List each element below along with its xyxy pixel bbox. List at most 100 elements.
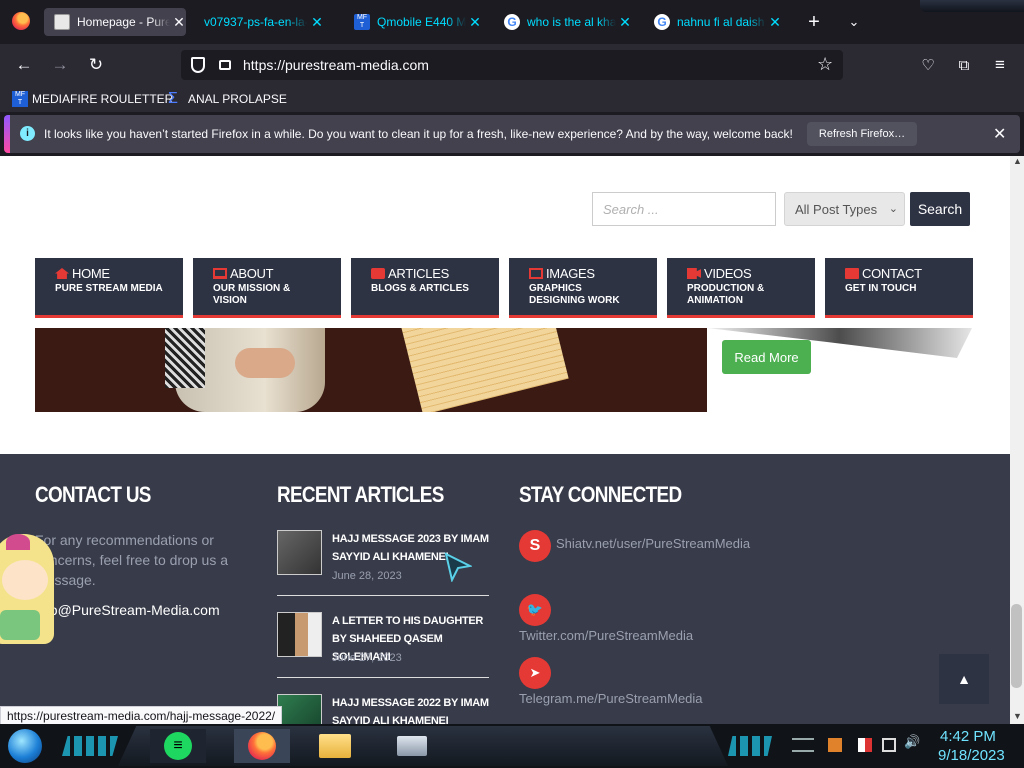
- menu-images[interactable]: IMAGES GRAPHICS DESIGNING WORK: [509, 258, 657, 318]
- network-app-icon: [397, 736, 427, 756]
- close-tab-icon[interactable]: ✕: [468, 14, 482, 31]
- clock-date[interactable]: 9/18/2023: [938, 747, 1005, 764]
- divider: [277, 677, 489, 678]
- menu-label: ABOUT: [230, 266, 274, 281]
- bookmarks-toolbar: MF T MEDIAFIRE ROULETTER Σ ANAL PROLAPSE: [0, 86, 1024, 112]
- spotify-app[interactable]: ≡: [150, 729, 206, 763]
- search-button[interactable]: Search: [910, 192, 970, 226]
- paper-sheet: [401, 328, 569, 412]
- close-tab-icon[interactable]: ✕: [310, 14, 324, 31]
- menu-articles[interactable]: ARTICLES BLOGS & ARTICLES: [351, 258, 499, 318]
- menu-sublabel: GET IN TOUCH: [845, 283, 917, 294]
- menu-videos[interactable]: VIDEOS PRODUCTION & ANIMATION: [667, 258, 815, 318]
- chevron-up-icon: ▲: [957, 671, 971, 687]
- network-app[interactable]: [384, 729, 440, 763]
- bookmark-label: MEDIAFIRE ROULETTER: [32, 92, 174, 106]
- stay-connected-heading: STAY CONNECTED: [519, 482, 682, 507]
- tab-title: who is the al khamenei: [527, 15, 616, 29]
- chevron-down-icon[interactable]: ⌄: [842, 10, 866, 34]
- star-bookmark-icon[interactable]: ☆: [817, 54, 833, 75]
- bookmark-second[interactable]: Σ ANAL PROLAPSE: [168, 90, 287, 108]
- keyboard-icon: [371, 268, 385, 279]
- new-tab-icon[interactable]: +: [802, 10, 826, 34]
- firefox-menu-icon[interactable]: [12, 12, 30, 30]
- tab-title: v07937-ps-fa-en-la-sa: [204, 15, 308, 29]
- tab-strip: Homepage - Pure Stream Media ✕ v07937-ps…: [0, 0, 1024, 44]
- scroll-down-icon[interactable]: ▼: [1013, 711, 1022, 721]
- reload-icon[interactable]: ↻: [84, 53, 108, 77]
- start-orb-icon[interactable]: [8, 729, 42, 763]
- scroll-up-icon[interactable]: ▲: [1013, 156, 1022, 166]
- menu-label: IMAGES: [546, 266, 595, 281]
- address-bar[interactable]: https://purestream-media.com ☆: [181, 50, 843, 80]
- back-icon[interactable]: ←: [12, 53, 36, 77]
- chevron-down-icon: ⌄: [888, 203, 898, 215]
- menu-sublabel: GRAPHICS DESIGNING WORK: [529, 283, 620, 306]
- mascot-dress: [0, 610, 40, 640]
- close-icon[interactable]: ✕: [993, 124, 1006, 144]
- social-link-twitter[interactable]: 🐦 Twitter.com/PureStreamMedia: [519, 594, 693, 650]
- forward-icon[interactable]: →: [48, 53, 72, 77]
- tab-google-1[interactable]: G who is the al khamenei ✕: [504, 8, 632, 36]
- contact-heading: CONTACT US: [35, 482, 151, 507]
- desktop-mascot-sticker: [0, 534, 62, 654]
- tab-title: nahnu fi al daish: [677, 15, 765, 29]
- social-link-shiatv[interactable]: S Shiatv.net/user/PureStreamMedia: [519, 530, 750, 562]
- firefox-app[interactable]: [234, 729, 290, 763]
- bookmark-label: ANAL PROLAPSE: [188, 92, 287, 106]
- article-title[interactable]: HAJJ MESSAGE 2022 BY IMAM SAYYID ALI KHA…: [332, 694, 492, 724]
- post-type-select[interactable]: All Post Types ⌄: [784, 192, 905, 226]
- clock-time[interactable]: 4:42 PM: [940, 728, 996, 745]
- telegram-icon: ➤: [519, 657, 551, 689]
- article-thumbnail: [277, 694, 322, 724]
- notification-accent-stripe: [4, 115, 10, 153]
- tray-app-icon[interactable]: [828, 738, 842, 752]
- menu-sublabel: PRODUCTION & ANIMATION: [687, 283, 765, 306]
- search-input[interactable]: Search ...: [592, 192, 776, 226]
- mascot-horn: [6, 534, 30, 550]
- image-icon: [529, 268, 543, 279]
- close-tab-icon[interactable]: ✕: [768, 14, 782, 31]
- tab-v07937[interactable]: v07937-ps-fa-en-la-sa ✕: [204, 8, 324, 36]
- bookmark-mediafire[interactable]: MF T MEDIAFIRE ROULETTER: [12, 90, 173, 108]
- refresh-firefox-notification: i It looks like you haven’t started Fire…: [4, 115, 1020, 153]
- web-page: Search ... All Post Types ⌄ Search HOME …: [0, 156, 1010, 724]
- extensions-icon[interactable]: ⧉: [952, 53, 976, 77]
- menu-about[interactable]: ABOUT OUR MISSION & VISION: [193, 258, 341, 318]
- firefox-icon: [248, 732, 276, 760]
- pocket-icon[interactable]: ♡: [916, 53, 940, 77]
- menu-home[interactable]: HOME PURE STREAM MEDIA: [35, 258, 183, 318]
- article-date: June 28, 2023: [332, 570, 402, 582]
- show-desktop-icon[interactable]: [792, 738, 814, 752]
- menu-contact[interactable]: CONTACT GET IN TOUCH: [825, 258, 973, 318]
- contact-email[interactable]: info@PureStream-Media.com: [35, 600, 220, 620]
- shield-icon[interactable]: [191, 57, 205, 73]
- social-link-telegram[interactable]: ➤ Telegram.me/PureStreamMedia: [519, 657, 703, 713]
- menu-label: ARTICLES: [388, 266, 449, 281]
- tab-title: Homepage - Pure Stream Media: [77, 15, 170, 29]
- mascot-face: [2, 560, 48, 600]
- site-footer: CONTACT US For any recommendations or co…: [0, 454, 1010, 724]
- hamburger-menu-icon[interactable]: ≡: [988, 53, 1012, 77]
- network-icon[interactable]: [882, 738, 896, 752]
- tab-homepage[interactable]: Homepage - Pure Stream Media ✕: [44, 8, 186, 36]
- tab-google-2[interactable]: G nahnu fi al daish ✕: [654, 8, 782, 36]
- volume-icon[interactable]: 🔊: [904, 734, 920, 750]
- close-tab-icon[interactable]: ✕: [618, 14, 632, 31]
- scrollbar-thumb[interactable]: [1011, 604, 1022, 688]
- close-tab-icon[interactable]: ✕: [172, 14, 186, 31]
- action-center-flag-icon[interactable]: [858, 738, 872, 752]
- url-text[interactable]: https://purestream-media.com: [243, 57, 429, 73]
- lock-icon[interactable]: [219, 60, 231, 70]
- shiatv-icon: S: [519, 530, 551, 562]
- article-thumbnail: [277, 612, 322, 657]
- read-more-button[interactable]: Read More: [722, 340, 811, 374]
- back-to-top-button[interactable]: ▲: [939, 654, 989, 704]
- featured-image[interactable]: [35, 328, 707, 412]
- window-frame-ornament: [920, 0, 1024, 12]
- tab-qmobile[interactable]: MFT Qmobile E440 Mobile ✕: [354, 8, 482, 36]
- scarf-pattern: [165, 328, 205, 388]
- file-explorer-app[interactable]: [312, 729, 358, 763]
- refresh-firefox-button[interactable]: Refresh Firefox…: [807, 122, 917, 146]
- divider: [277, 595, 489, 596]
